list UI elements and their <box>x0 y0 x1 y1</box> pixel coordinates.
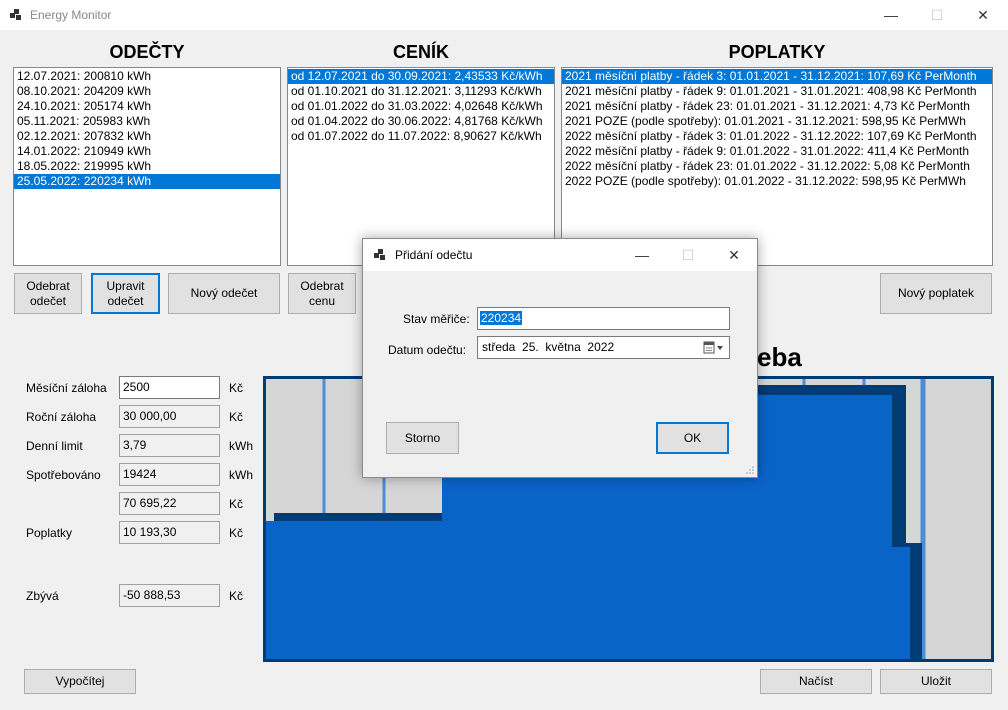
cenik-listbox[interactable]: od 12.07.2021 do 30.09.2021: 2,43533 Kč/… <box>287 67 555 266</box>
save-button[interactable]: Uložit <box>880 669 992 694</box>
close-icon: ✕ <box>728 246 740 263</box>
price-list-item[interactable]: od 01.07.2022 do 11.07.2022: 8,90627 Kč/… <box>288 129 554 144</box>
date-weekday: středa <box>482 340 516 354</box>
meter-label: Stav měřiče: <box>403 312 470 326</box>
load-button[interactable]: Načíst <box>760 669 872 694</box>
close-icon: ✕ <box>977 6 989 23</box>
reading-list-item[interactable]: 18.05.2022: 219995 kWh <box>14 159 280 174</box>
reading-list-item[interactable]: 12.07.2021: 200810 kWh <box>14 69 280 84</box>
cancel-button[interactable]: Storno <box>386 422 459 454</box>
summary-value-field: 19424 <box>119 463 220 486</box>
odecty-listbox[interactable]: 12.07.2021: 200810 kWh 08.10.2021: 204209… <box>13 67 281 266</box>
reading-list-item[interactable]: 25.05.2022: 220234 kWh <box>14 174 280 189</box>
summary-unit: Kč <box>229 381 244 395</box>
dialog-minimize-button[interactable]: — <box>619 239 665 271</box>
chart-heading: eba <box>757 342 802 372</box>
price-list-item[interactable]: od 01.01.2022 do 31.03.2022: 4,02648 Kč/… <box>288 99 554 114</box>
minimize-icon: — <box>884 7 898 23</box>
summary-label: Poplatky <box>26 526 73 540</box>
fee-list-item[interactable]: 2021 měsíční platby - řádek 9: 01.01.202… <box>562 84 992 99</box>
minimize-icon: — <box>635 247 649 263</box>
summary-unit: Kč <box>229 589 244 603</box>
dialog-title-bar: Přidání odečtu — ☐ ✕ <box>363 239 757 271</box>
date-month: května <box>545 340 581 354</box>
remove-reading-button[interactable]: Odebrat odečet <box>14 273 82 314</box>
summary-label: Měsíční záloha <box>26 381 107 395</box>
poplatky-listbox[interactable]: 2021 měsíční platby - řádek 3: 01.01.202… <box>561 67 993 266</box>
summary-label: Zbývá <box>26 589 59 603</box>
calendar-dropdown-icon[interactable] <box>703 341 725 354</box>
date-year: 2022 <box>587 340 615 354</box>
resize-grip-icon[interactable] <box>746 466 754 474</box>
summary-unit: kWh <box>229 468 253 482</box>
window-title: Energy Monitor <box>30 8 112 22</box>
price-list-item[interactable]: od 01.10.2021 do 31.12.2021: 3,11293 Kč/… <box>288 84 554 99</box>
summary-label: Roční záloha <box>26 410 97 424</box>
summary-unit: Kč <box>229 410 244 424</box>
fee-list-item[interactable]: 2022 měsíční platby - řádek 9: 01.01.202… <box>562 144 992 159</box>
fee-list-item[interactable]: 2022 POZE (podle spotřeby): 01.01.2022 -… <box>562 174 992 189</box>
reading-list-item[interactable]: 02.12.2021: 207832 kWh <box>14 129 280 144</box>
meter-value: 220234 <box>480 311 523 325</box>
calculate-button[interactable]: Vypočítej <box>24 669 136 694</box>
summary-value-field: 3,79 <box>119 434 220 457</box>
add-reading-dialog: Přidání odečtu — ☐ ✕ Stav měřiče: 220234… <box>362 238 758 478</box>
fee-list-item[interactable]: 2021 měsíční platby - řádek 23: 01.01.20… <box>562 99 992 114</box>
dialog-app-icon <box>374 249 385 260</box>
meter-input[interactable]: 220234 <box>477 307 730 330</box>
remove-price-button[interactable]: Odebrat cenu <box>288 273 356 314</box>
title-bar: Energy Monitor — ☐ ✕ <box>0 0 1008 30</box>
dialog-close-button[interactable]: ✕ <box>711 239 757 271</box>
maximize-icon: ☐ <box>681 246 695 263</box>
minimize-button[interactable]: — <box>868 0 914 30</box>
date-day: 25. <box>522 340 539 354</box>
summary-value-field[interactable]: 2500 <box>119 376 220 399</box>
edit-reading-button[interactable]: Upravit odečet <box>91 273 160 314</box>
summary-value-field: -50 888,53 <box>119 584 220 607</box>
date-label: Datum odečtu: <box>388 343 467 357</box>
ok-button[interactable]: OK <box>656 422 729 454</box>
summary-value-field: 10 193,30 <box>119 521 220 544</box>
maximize-icon: ☐ <box>930 6 944 23</box>
poplatky-title: POPLATKY <box>728 42 826 62</box>
summary-unit: Kč <box>229 497 244 511</box>
new-fee-button[interactable]: Nový poplatek <box>880 273 992 314</box>
reading-list-item[interactable]: 08.10.2021: 204209 kWh <box>14 84 280 99</box>
fee-list-item[interactable]: 2022 měsíční platby - řádek 23: 01.01.20… <box>562 159 992 174</box>
cenik-title: CENÍK <box>392 42 449 62</box>
maximize-button[interactable]: ☐ <box>914 0 960 30</box>
fee-list-item[interactable]: 2022 měsíční platby - řádek 3: 01.01.202… <box>562 129 992 144</box>
reading-list-item[interactable]: 24.10.2021: 205174 kWh <box>14 99 280 114</box>
summary-value-field: 70 695,22 <box>119 492 220 515</box>
dialog-title: Přidání odečtu <box>395 248 473 262</box>
date-picker[interactable]: středa 25. května 2022 <box>477 336 730 359</box>
odecty-title: ODEČTY <box>109 42 185 62</box>
summary-label: Denní limit <box>26 439 83 453</box>
summary-unit: kWh <box>229 439 253 453</box>
price-list-item[interactable]: od 01.04.2022 do 30.06.2022: 4,81768 Kč/… <box>288 114 554 129</box>
fee-list-item[interactable]: 2021 POZE (podle spotřeby): 01.01.2021 -… <box>562 114 992 129</box>
app-icon <box>10 9 21 20</box>
new-reading-button[interactable]: Nový odečet <box>168 273 280 314</box>
summary-unit: Kč <box>229 526 244 540</box>
chart-remaining-area <box>924 379 991 659</box>
reading-list-item[interactable]: 14.01.2022: 210949 kWh <box>14 144 280 159</box>
summary-label: Spotřebováno <box>26 468 101 482</box>
fee-list-item[interactable]: 2021 měsíční platby - řádek 3: 01.01.202… <box>562 69 992 84</box>
dialog-maximize-button[interactable]: ☐ <box>665 239 711 271</box>
summary-value-field: 30 000,00 <box>119 405 220 428</box>
close-button[interactable]: ✕ <box>960 0 1006 30</box>
reading-list-item[interactable]: 05.11.2021: 205983 kWh <box>14 114 280 129</box>
price-list-item[interactable]: od 12.07.2021 do 30.09.2021: 2,43533 Kč/… <box>288 69 554 84</box>
